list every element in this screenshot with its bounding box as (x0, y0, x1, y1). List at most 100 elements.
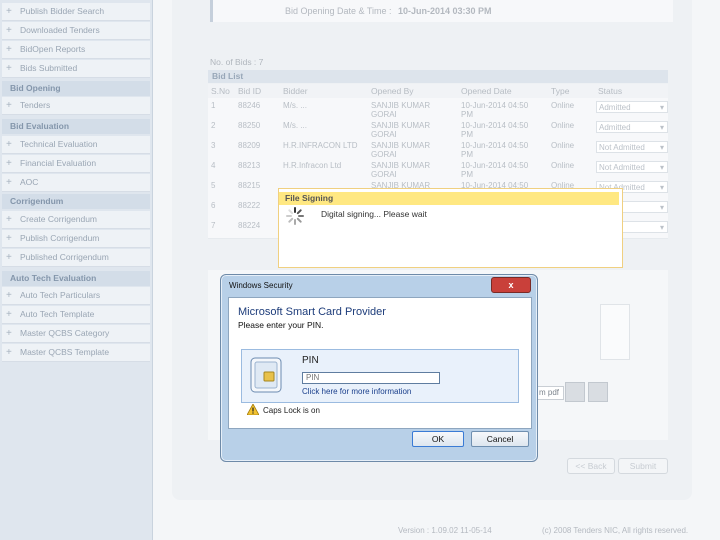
sidebar-item-publish-corrigendum[interactable]: + Publish Corrigendum (2, 230, 150, 248)
cell-opened-by: SANJIB KUMAR GORAI (371, 141, 431, 159)
warning-icon (247, 404, 259, 415)
sidebar-item-publish-bidder-search[interactable]: + Publish Bidder Search (2, 3, 150, 21)
cell-type: Online (551, 141, 575, 150)
file-signing-message: Digital signing... Please wait (321, 209, 427, 219)
dialog-body: Microsoft Smart Card Provider Please ent… (228, 297, 532, 429)
sidebar-item-create-corrigendum[interactable]: + Create Corrigendum (2, 211, 150, 229)
plus-icon: + (6, 139, 12, 150)
upload-icon[interactable] (588, 382, 608, 402)
chevron-down-icon: ▾ (659, 163, 664, 172)
chevron-down-icon: ▾ (659, 123, 664, 132)
cell-bid-id: 88224 (238, 221, 261, 230)
column-opened-date: Opened Date (461, 86, 512, 96)
table-row: 2 88250 M/s. ... SANJIB KUMAR GORAI 10-Jun-2… (208, 118, 668, 139)
dialog-subheading: Please enter your PIN. (238, 320, 324, 330)
cell-opened-date: 10-Jun-2014 04:50 PM (461, 121, 529, 139)
sidebar-item-bids-submitted[interactable]: + Bids Submitted (2, 60, 150, 78)
cell-opened-by: SANJIB KUMAR GORAI (371, 161, 431, 179)
footer-copyright: (c) 2008 Tenders NIC, All rights reserve… (542, 526, 689, 535)
plus-icon: + (6, 44, 12, 55)
sidebar-item-bidopen-reports[interactable]: + BidOpen Reports (2, 41, 150, 59)
sidebar-section-bid-evaluation: Bid Evaluation (2, 119, 150, 134)
opening-date-label: Bid Opening Date & Time : (285, 6, 392, 16)
plus-icon: + (6, 328, 12, 339)
table-row: 1 88246 M/s. ... SANJIB KUMAR GORAI 10-Jun-2… (208, 98, 668, 119)
status-value: Not Admitted (599, 163, 645, 172)
ok-button[interactable]: OK (412, 431, 464, 447)
file-signing-popup: File Signing Digital signing... Please w… (278, 188, 623, 268)
submit-button[interactable]: Submit (618, 458, 668, 474)
sidebar-item-master-qcbs-category[interactable]: + Master QCBS Category (2, 325, 150, 343)
cell-sno: 6 (211, 201, 216, 210)
chevron-down-icon: ▾ (659, 183, 664, 192)
opening-date-value: 10-Jun-2014 03:30 PM (398, 6, 492, 16)
pin-input[interactable] (302, 372, 440, 384)
windows-security-dialog: Windows Security x Microsoft Smart Card … (220, 274, 538, 462)
cell-sno: 2 (211, 121, 216, 130)
cell-bid-id: 88215 (238, 181, 261, 190)
cell-bidder: M/s. ... (283, 101, 307, 110)
back-button[interactable]: << Back (567, 458, 615, 474)
plus-icon: + (6, 347, 12, 358)
cell-opened-date: 10-Jun-2014 04:50 PM (461, 161, 529, 179)
sidebar-item-published-corrigendum[interactable]: + Published Corrigendum (2, 249, 150, 267)
remarks-textarea[interactable] (600, 304, 630, 360)
plus-icon: + (6, 25, 12, 36)
column-sno: S.No (211, 86, 230, 96)
chevron-down-icon: ▾ (659, 143, 664, 152)
pdf-button[interactable]: m pdf (537, 386, 564, 400)
column-opened-by: Opened By (371, 86, 414, 96)
sidebar-item-downloaded-tenders[interactable]: + Downloaded Tenders (2, 22, 150, 40)
plus-icon: + (6, 177, 12, 188)
plus-icon: + (6, 290, 12, 301)
sidebar-item-auto-tech-template[interactable]: + Auto Tech Template (2, 306, 150, 324)
plus-icon: + (6, 233, 12, 244)
pin-credential-tile[interactable]: PIN Click here for more information (241, 349, 519, 403)
plus-icon: + (6, 63, 12, 74)
column-bidder: Bidder (283, 86, 308, 96)
cell-bid-id: 88246 (238, 101, 261, 110)
column-status: Status (598, 86, 623, 96)
plus-icon: + (6, 214, 12, 225)
loading-spinner-icon (286, 207, 304, 225)
status-select[interactable]: Admitted ▾ (596, 101, 668, 113)
dialog-heading: Microsoft Smart Card Provider (238, 306, 386, 318)
cell-type: Online (551, 161, 575, 170)
status-select[interactable]: Admitted ▾ (596, 121, 668, 133)
status-value: Admitted (599, 103, 631, 112)
chevron-down-icon: ▾ (659, 223, 664, 232)
footer-version: Version : 1.09.02 11-05-14 (398, 526, 492, 535)
plus-icon: + (6, 309, 12, 320)
sidebar-item-auto-tech-particulars[interactable]: + Auto Tech Particulars (2, 287, 150, 305)
table-row: 3 88209 H.R.INFRACON LTD SANJIB KUMAR GORAI… (208, 138, 668, 159)
dialog-window-title: Windows Security (229, 281, 293, 290)
plus-icon: + (6, 252, 12, 263)
status-value: Admitted (599, 123, 631, 132)
sidebar-item-tenders[interactable]: + Tenders (2, 97, 150, 115)
close-button[interactable]: x (491, 277, 531, 293)
bid-list-title: Bid List (208, 70, 668, 83)
cell-opened-by: SANJIB KUMAR GORAI (371, 101, 431, 119)
cell-bid-id: 88213 (238, 161, 261, 170)
more-info-link[interactable]: Click here for more information (302, 387, 411, 396)
cell-bid-id: 88222 (238, 201, 261, 210)
status-select[interactable]: Not Admitted ▾ (596, 141, 668, 153)
plus-icon: + (6, 6, 12, 17)
sidebar-item-master-qcbs-template[interactable]: + Master QCBS Template (2, 344, 150, 362)
cancel-button[interactable]: Cancel (471, 431, 529, 447)
cell-opened-date: 10-Jun-2014 04:50 PM (461, 141, 529, 159)
cell-bidder: M/s. ... (283, 121, 307, 130)
pdf-icon[interactable] (565, 382, 585, 402)
chevron-down-icon: ▾ (659, 103, 664, 112)
cell-opened-by: SANJIB KUMAR GORAI (371, 121, 431, 139)
cell-bid-id: 88209 (238, 141, 261, 150)
bid-table-header: S.No Bid ID Bidder Opened By Opened Date… (208, 84, 668, 98)
sidebar-section-corrigendum: Corrigendum (2, 194, 150, 209)
cell-bidder: H.R.INFRACON LTD (283, 141, 358, 150)
status-select[interactable]: Not Admitted ▾ (596, 161, 668, 173)
file-signing-title: File Signing (279, 192, 619, 205)
cell-type: Online (551, 121, 575, 130)
sidebar-item-technical-evaluation[interactable]: + Technical Evaluation (2, 136, 150, 154)
sidebar-item-financial-evaluation[interactable]: + Financial Evaluation (2, 155, 150, 173)
sidebar-item-aoc[interactable]: + AOC (2, 174, 150, 192)
